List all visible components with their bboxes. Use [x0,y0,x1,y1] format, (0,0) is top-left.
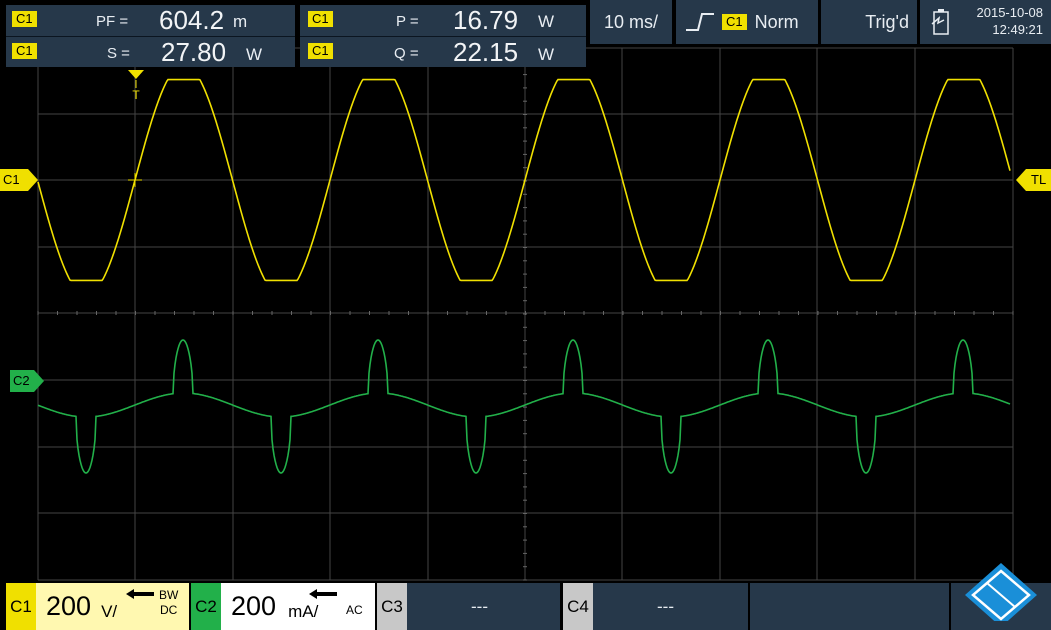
meas-3-unit: W [538,12,555,31]
meas-4-label: Q = [394,45,419,62]
c2-scale: 200 [231,591,277,621]
trigger-mode: Norm [754,11,799,32]
timebase-button[interactable]: 10 ms/ [590,0,672,44]
measurement-panel-left[interactable]: C1 PF = 604.2 m C1 S = 27.80 W [6,5,295,67]
meas-2-unit: W [246,45,263,64]
timebase-label: 10 ms/ [603,11,659,32]
meas-1-unit: m [233,12,248,31]
trigger-source: C1 [722,14,747,30]
status-datetime-area[interactable]: 2015-10-08 12:49:21 [920,0,1051,44]
c3-value: --- [471,597,488,616]
meas-1-value: 604.2 [159,5,225,35]
meas-3-channel: C1 [308,11,333,27]
rs-logo-icon [965,563,1037,621]
trigger-level-marker[interactable]: TL [1016,169,1051,191]
c2-setup[interactable]: C2 200 mA/ AC [191,583,375,630]
meas-4-unit: W [538,45,555,64]
trigger-state: Trig'd [865,11,909,32]
rising-edge-icon [686,13,714,31]
c2-coupling: AC [346,603,363,617]
c1-offset-marker[interactable]: C1 [0,169,38,191]
c1-probe-icon [126,589,154,599]
meas-2-label: S = [107,45,130,62]
meas-3-label: P = [396,13,419,30]
c1-scale: 200 [46,591,92,621]
meas-1-label: PF = [96,13,129,30]
time-display: 12:49:21 [992,22,1043,37]
c1-tag: C1 [6,583,36,630]
meas-2-channel: C1 [12,43,37,59]
battery-charging-icon [931,9,949,35]
c2-offset-marker[interactable]: C2 [10,370,44,392]
trigger-setup-button[interactable]: C1 Norm [676,0,818,44]
measurement-panel-right[interactable]: C1 P = 16.79 W C1 Q = 22.15 W [300,5,586,67]
date-display: 2015-10-08 [976,5,1044,20]
meas-1-channel: C1 [12,11,37,27]
logo-softkey[interactable] [951,563,1051,630]
trigger-status[interactable]: Trig'd [821,0,917,44]
c4-value: --- [657,597,674,616]
meas-4-channel: C1 [308,43,333,59]
c2-probe-icon [309,589,337,599]
meas-2-value: 27.80 [161,37,227,67]
c3-tag: C3 [377,583,407,630]
c3-setup[interactable]: C3 --- C4 --- [377,583,748,630]
c2-unit: mA/ [288,601,319,621]
c1-unit: V/ [101,601,118,621]
waveform-display: T [0,0,1051,630]
oscilloscope-screen: T C1 C2 TL C1 PF = 604.2 m C1 S = 27.80 … [0,0,1051,630]
empty-softkey[interactable] [750,583,949,630]
meas-4-value: 22.15 [453,37,519,67]
c4-tag: C4 [563,583,593,630]
meas-3-value: 16.79 [453,5,519,35]
c1-setup[interactable]: C1 200 V/ BW DC [6,583,189,630]
c1-bw-label: BW [159,588,179,602]
c1-coupling: DC [160,603,178,617]
trigger-time-label: T [132,88,140,102]
c2-tag: C2 [191,583,221,630]
